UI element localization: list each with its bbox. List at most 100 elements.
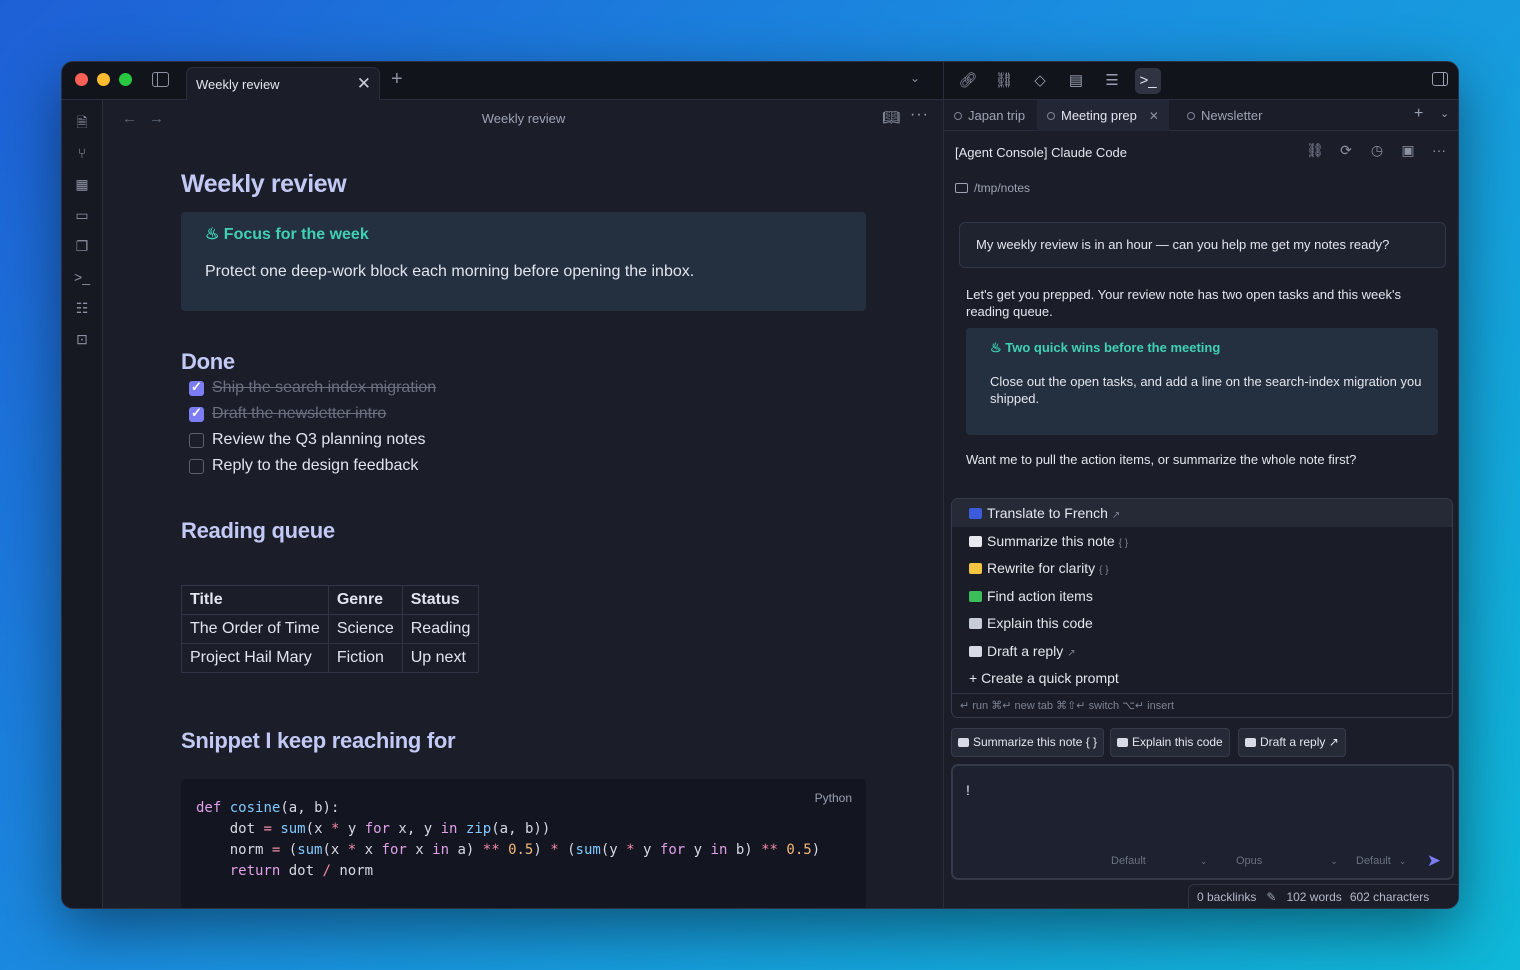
tab-weekly-review[interactable]: Weekly review ✕ (186, 67, 380, 101)
archive-icon[interactable]: ▤ (1066, 71, 1086, 91)
chip-draft-reply[interactable]: Draft a reply ↗ (1238, 728, 1346, 757)
new-tab-button[interactable]: + (391, 68, 403, 91)
code-block: Python def cosine(a, b): dot = sum(x * y… (181, 779, 866, 908)
create-quick-prompt[interactable]: + Create a quick prompt (952, 664, 1452, 692)
quick-prompt-explain-code[interactable]: Explain this code (952, 609, 1452, 637)
callout-title: ♨︎ Two quick wins before the meeting (990, 340, 1220, 356)
zoom-window-button[interactable] (119, 73, 132, 86)
link-icon[interactable]: 🔗︎ (958, 71, 978, 91)
agent-console-icon[interactable]: >_ (1135, 68, 1161, 94)
quick-prompt-draft-reply[interactable]: Draft a reply ↗ (952, 637, 1452, 665)
prompt-emoji-icon (969, 508, 982, 519)
new-agent-tab-button[interactable]: + (1414, 105, 1423, 123)
chip-label: Explain this code (1132, 735, 1223, 749)
mode-value: Default (1111, 855, 1146, 867)
quick-prompt-translate[interactable]: Translate to French ↗ (952, 499, 1452, 527)
agent-tab-japan-trip[interactable]: Japan trip (954, 100, 1025, 131)
chip-emoji-icon (958, 738, 969, 747)
task-text: Reply to the design feedback (212, 457, 419, 474)
unlink-icon[interactable]: ⛓︎ (994, 71, 1014, 91)
prompt-type-icon: ↗ (1111, 510, 1121, 521)
code-line: norm = (sum(x * x for x in a) ** 0.5) * … (229, 842, 821, 858)
send-icon[interactable]: ➤ (1427, 851, 1441, 871)
quick-prompt-rewrite[interactable]: Rewrite for clarity{ } (952, 554, 1452, 582)
prompt-emoji-icon (969, 618, 982, 629)
save-icon[interactable]: ▣ (1397, 142, 1419, 159)
note-title: Weekly review (181, 170, 347, 198)
terminal-icon[interactable]: >_ (73, 268, 91, 286)
close-icon[interactable]: ✕ (1149, 109, 1159, 123)
agent-actions: ⛓︎ ⟳ ◷ ▣ ··· (1295, 142, 1450, 159)
prompt-type-icon: { } (1118, 538, 1129, 549)
tab-list-chevron-icon[interactable]: ⌄ (910, 71, 920, 85)
backlinks-count[interactable]: 0 backlinks (1197, 890, 1256, 904)
minimize-window-button[interactable] (97, 73, 110, 86)
search-file-icon[interactable]: 🗎 (73, 113, 91, 131)
assistant-question: Want me to pull the action items, or sum… (966, 452, 1357, 467)
keyboard-hints: ↵ run ⌘↵ new tab ⌘⇧↵ switch ⌥↵ insert (952, 693, 1452, 717)
editor-header-title: Weekly review (481, 111, 566, 126)
outline-icon[interactable]: ☰ (1102, 71, 1122, 91)
model-select[interactable]: Opus ⌄ (1236, 855, 1338, 867)
refresh-icon[interactable]: ⟳ (1335, 142, 1357, 159)
graph-icon[interactable]: ⑂ (73, 144, 91, 162)
canvas-icon[interactable]: ▦ (73, 175, 91, 193)
task-text: Ship the search index migration (212, 379, 437, 396)
user-message: My weekly review is in an hour — can you… (959, 222, 1446, 268)
message-composer[interactable]: ! Default ⌄ Opus ⌄ Default ⌄ ➤ (951, 764, 1454, 880)
agent-tab-meeting-prep[interactable]: Meeting prep ✕ (1037, 100, 1169, 131)
agent-tab-newsletter[interactable]: Newsletter (1187, 100, 1262, 131)
quick-prompt-menu: Translate to French ↗ Summarize this note… (951, 498, 1453, 718)
table-cell: The Order of Time (181, 614, 329, 644)
quick-prompt-summarize[interactable]: Summarize this note{ } (952, 527, 1452, 555)
tab-close-icon[interactable]: ✕ (357, 74, 371, 94)
history-icon[interactable]: ◷ (1366, 142, 1388, 159)
agent-tab-label: Meeting prep (1061, 108, 1137, 123)
chevron-down-icon[interactable]: ⌄ (1440, 107, 1449, 120)
folder-icon (955, 183, 968, 193)
close-window-button[interactable] (75, 73, 88, 86)
task-text: Review the Q3 planning notes (212, 431, 426, 448)
agent-tab-bar: Japan trip Meeting prep ✕ Newsletter + ⌄ (944, 100, 1458, 131)
prompt-emoji-icon (969, 591, 982, 602)
tag-icon[interactable]: ◇ (1030, 71, 1050, 91)
circle-icon (1047, 112, 1055, 120)
chip-explain-code[interactable]: Explain this code (1110, 728, 1230, 757)
checkbox[interactable] (189, 433, 204, 448)
code-line: dot = sum(x * y for x, y in zip(a, b)) (229, 821, 551, 837)
reading-queue-table: Title Genre Status The Order of Time Sci… (181, 585, 480, 673)
assistant-intro: Let's get you prepped. Your review note … (966, 287, 1401, 319)
more-options-icon[interactable]: ··· (910, 106, 929, 124)
right-sidebar-toggle-icon[interactable] (1432, 72, 1448, 86)
agent-pane: Japan trip Meeting prep ✕ Newsletter + ⌄ … (943, 100, 1458, 908)
quick-prompt-action-items[interactable]: Find action items (952, 582, 1452, 610)
prompt-type-icon: { } (1099, 565, 1109, 576)
list-icon[interactable]: ☷ (73, 299, 91, 317)
sidebar-toggle-icon[interactable] (152, 72, 169, 87)
prompt-emoji-icon (969, 536, 982, 547)
table-header-row: Title Genre Status (181, 585, 480, 615)
composer-input[interactable]: ! (966, 782, 970, 798)
flame-icon: ♨︎ (990, 340, 1006, 355)
calendar-icon[interactable]: ▭ (73, 206, 91, 224)
prompt-emoji-icon (969, 563, 982, 574)
code-language-label: Python (814, 791, 852, 805)
checkbox[interactable] (189, 459, 204, 474)
console-icon[interactable]: ⊡ (73, 330, 91, 348)
checkbox-checked[interactable] (189, 379, 204, 396)
chip-emoji-icon (1117, 738, 1128, 747)
checkbox-checked[interactable] (189, 405, 204, 422)
link-icon[interactable]: ⛓︎ (1304, 142, 1326, 159)
more-icon[interactable]: ··· (1428, 142, 1450, 158)
reading-view-icon[interactable]: 📖︎ (882, 109, 900, 126)
table-row: Project Hail Mary Fiction Up next (181, 643, 480, 673)
callout-title-text: Focus for the week (223, 226, 369, 243)
mode-select[interactable]: Default ⌄ (1111, 855, 1207, 867)
quick-prompt-label: Explain this code (987, 615, 1093, 631)
chip-summarize[interactable]: Summarize this note { } (951, 728, 1105, 757)
callout-title: ♨︎ Focus for the week (205, 224, 369, 244)
app-window: Weekly review ✕ + ⌄ 🔗︎ ⛓︎ ◇ ▤ ☰ >_ 🗎 ⑂ ▦… (61, 61, 1459, 909)
effort-select[interactable]: Default ⌄ (1356, 855, 1406, 867)
copy-icon[interactable]: ❐ (73, 237, 91, 255)
focus-callout: ♨︎ Focus for the week Protect one deep-w… (181, 212, 866, 311)
